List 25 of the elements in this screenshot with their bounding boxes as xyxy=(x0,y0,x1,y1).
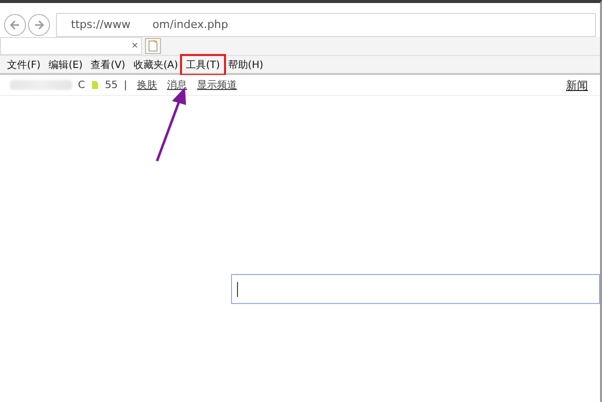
menu-item[interactable]: 文件(F) xyxy=(4,56,44,72)
back-button[interactable] xyxy=(4,14,26,36)
separator: | xyxy=(124,80,128,90)
address-field[interactable]: ttps://www om/index.php xyxy=(56,12,596,36)
new-tab-button[interactable] xyxy=(145,38,161,54)
menu-item[interactable]: 编辑(E) xyxy=(46,56,86,72)
close-tab-button[interactable]: × xyxy=(132,40,138,52)
site-link[interactable]: 换肤 xyxy=(137,78,158,92)
points-count: 55 xyxy=(104,80,118,90)
menu-item[interactable]: 工具(T) xyxy=(183,56,223,72)
forward-icon xyxy=(33,18,45,30)
page-icon xyxy=(148,40,158,52)
text-cursor xyxy=(237,282,238,296)
back-icon xyxy=(9,18,21,30)
forward-button[interactable] xyxy=(28,14,50,36)
menu-item[interactable]: 收藏夹(A) xyxy=(130,56,181,72)
site-link[interactable]: 显示频道 xyxy=(197,78,238,92)
news-link[interactable]: 新闻 xyxy=(566,78,588,92)
search-field[interactable] xyxy=(231,274,600,304)
coin-icon xyxy=(90,80,99,90)
user-name: C xyxy=(78,80,85,90)
browser-tab[interactable]: × xyxy=(0,37,142,55)
menu-item[interactable]: 帮助(H) xyxy=(224,56,266,72)
menu-item[interactable]: 查看(V) xyxy=(88,56,128,72)
blurred-username xyxy=(10,80,72,90)
